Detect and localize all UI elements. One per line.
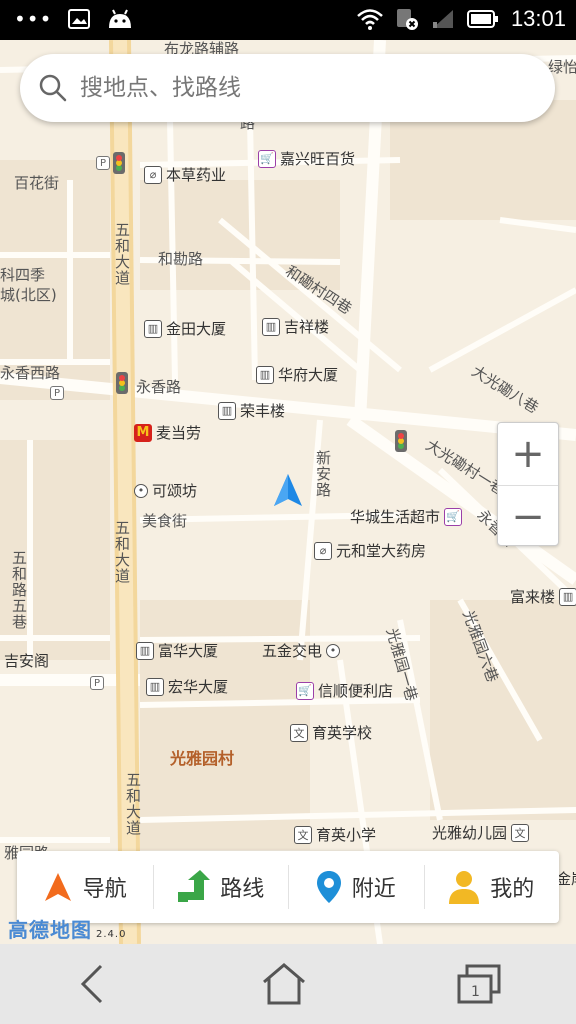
traffic-light-icon bbox=[116, 372, 128, 394]
poi-honghua[interactable]: ▥ 宏华大厦 bbox=[146, 676, 228, 697]
route-button[interactable]: 路线 bbox=[152, 851, 289, 923]
back-icon[interactable] bbox=[73, 962, 113, 1006]
navigate-arrow-icon bbox=[44, 873, 71, 901]
poi-rongfeng[interactable]: ▥ 荣丰楼 bbox=[218, 400, 285, 421]
amap-logo: 高德地图 2.4.0 bbox=[8, 918, 127, 942]
poi-mcdonalds[interactable]: M 麦当劳 bbox=[134, 422, 201, 443]
search-input[interactable] bbox=[80, 75, 520, 101]
building-icon: ▥ bbox=[256, 365, 274, 384]
android-icon bbox=[109, 9, 132, 28]
road-label-yongxiang-west: 永香西路 bbox=[0, 364, 61, 382]
poi-yuying-primary[interactable]: 文育英小学 bbox=[294, 824, 376, 845]
home-icon[interactable] bbox=[260, 962, 308, 1006]
traffic-light-icon bbox=[395, 430, 407, 452]
poi-wujin[interactable]: 五金交电 • bbox=[262, 640, 341, 661]
zoom-out-button[interactable]: − bbox=[498, 485, 558, 547]
building-icon: ▥ bbox=[146, 677, 164, 696]
poi-yuying-school[interactable]: 文育英学校 bbox=[290, 722, 372, 743]
route-icon bbox=[178, 870, 211, 902]
building-icon: ▥ bbox=[136, 641, 154, 660]
place-dot-icon: • bbox=[326, 643, 341, 658]
road-label-wuhe-1: 五和大道 bbox=[113, 222, 131, 286]
shopping-cart-icon: 🛒 bbox=[444, 507, 463, 526]
location-pin-icon bbox=[316, 871, 341, 903]
status-time: 13:01 bbox=[510, 6, 566, 31]
poi-fulai[interactable]: 富来楼 ▥ bbox=[510, 586, 576, 607]
parking-icon: P bbox=[96, 156, 110, 170]
search-icon bbox=[39, 74, 67, 102]
road-label-four-seasons: 科四季 bbox=[0, 266, 46, 284]
poi-guangya-kinder[interactable]: 光雅幼儿园文 bbox=[432, 822, 530, 843]
mine-button[interactable]: 我的 bbox=[423, 851, 560, 923]
poi-huafu[interactable]: ▥ 华府大厦 bbox=[256, 364, 338, 385]
poi-xinshun[interactable]: 🛒 信顺便利店 bbox=[296, 680, 393, 701]
status-bar: ••• 13:01 bbox=[0, 0, 576, 40]
traffic-light-icon bbox=[113, 152, 125, 174]
nearby-button[interactable]: 附近 bbox=[288, 851, 424, 923]
svg-text:1: 1 bbox=[471, 984, 480, 1000]
poi-jintian[interactable]: ▥ 金田大厦 bbox=[144, 318, 226, 339]
road-label-wuhe-5: 五和路五巷 bbox=[10, 550, 28, 630]
poi-yuanhetang[interactable]: ⌀ 元和堂大药房 bbox=[314, 540, 426, 561]
building-icon: ▥ bbox=[262, 317, 280, 336]
shopping-cart-icon: 🛒 bbox=[296, 681, 314, 700]
mcdonalds-icon: M bbox=[134, 423, 152, 442]
signal-icon bbox=[432, 10, 453, 28]
user-icon bbox=[449, 871, 480, 904]
poi-kesong[interactable]: • 可颂坊 bbox=[134, 480, 197, 501]
building-icon: ▥ bbox=[218, 401, 236, 420]
poi-jin-partial: 金岸 bbox=[556, 870, 576, 888]
poi-jiaxingwang[interactable]: 🛒 嘉兴旺百货 bbox=[258, 148, 355, 169]
school-icon: 文 bbox=[290, 723, 308, 742]
road-label-wuhe-2: 五和大道 bbox=[113, 520, 131, 584]
place-dot-icon: • bbox=[134, 483, 148, 498]
app-version: 2.4.0 bbox=[96, 929, 127, 940]
poi-bencao[interactable]: ⌀ 本草药业 bbox=[144, 164, 226, 185]
poi-jixiang[interactable]: ▥ 吉祥楼 bbox=[262, 316, 329, 337]
sim-card-icon bbox=[396, 9, 418, 30]
system-nav-bar: 1 bbox=[0, 944, 576, 1024]
search-bar[interactable] bbox=[20, 54, 555, 122]
wifi-icon bbox=[357, 9, 383, 30]
road-label-baihua: 百花街 bbox=[14, 174, 60, 192]
pharmacy-icon: ⌀ bbox=[314, 541, 332, 560]
pharmacy-icon: ⌀ bbox=[144, 165, 162, 184]
recent-apps-icon[interactable]: 1 bbox=[455, 962, 503, 1006]
road-label-xinan: 新安路 bbox=[314, 450, 332, 498]
bottom-toolbar: 导航 路线 附近 我的 bbox=[17, 851, 559, 923]
building-icon: ▥ bbox=[559, 587, 576, 606]
more-dots-icon: ••• bbox=[14, 7, 53, 31]
road-label-green: 绿怡 bbox=[548, 58, 576, 76]
poi-huacheng[interactable]: 华城生活超市 🛒 bbox=[350, 506, 463, 527]
road-label-meishi: 美食街 bbox=[142, 512, 188, 530]
map-view[interactable]: 布龙路辅路 路 绿怡 百花街 五和大道 和勘路 和磡村四巷 科四季 城(北区) … bbox=[0, 40, 576, 944]
shopping-cart-icon: 🛒 bbox=[258, 149, 276, 168]
current-location-arrow-icon[interactable] bbox=[272, 472, 304, 508]
parking-icon: P bbox=[50, 386, 64, 400]
building-icon: ▥ bbox=[144, 319, 162, 338]
image-icon bbox=[68, 9, 91, 29]
zoom-in-button[interactable]: + bbox=[498, 423, 558, 485]
zoom-controls: + − bbox=[497, 422, 559, 546]
road-label-yongxiang: 永香路 bbox=[136, 378, 182, 396]
navigate-button[interactable]: 导航 bbox=[17, 851, 153, 923]
area-label-guangya-village: 光雅园村 bbox=[170, 749, 235, 768]
school-icon: 文 bbox=[511, 823, 530, 842]
school-icon: 文 bbox=[294, 825, 312, 844]
poi-fuhua[interactable]: ▥ 富华大厦 bbox=[136, 640, 218, 661]
road-label-wuhe-3: 五和大道 bbox=[124, 772, 142, 836]
road-label-heqin: 和勘路 bbox=[158, 250, 204, 268]
poi-jian[interactable]: 吉安阁 bbox=[4, 650, 49, 671]
parking-icon: P bbox=[90, 676, 104, 690]
road-label-city-north: 城(北区) bbox=[0, 286, 57, 304]
battery-icon bbox=[466, 10, 498, 28]
